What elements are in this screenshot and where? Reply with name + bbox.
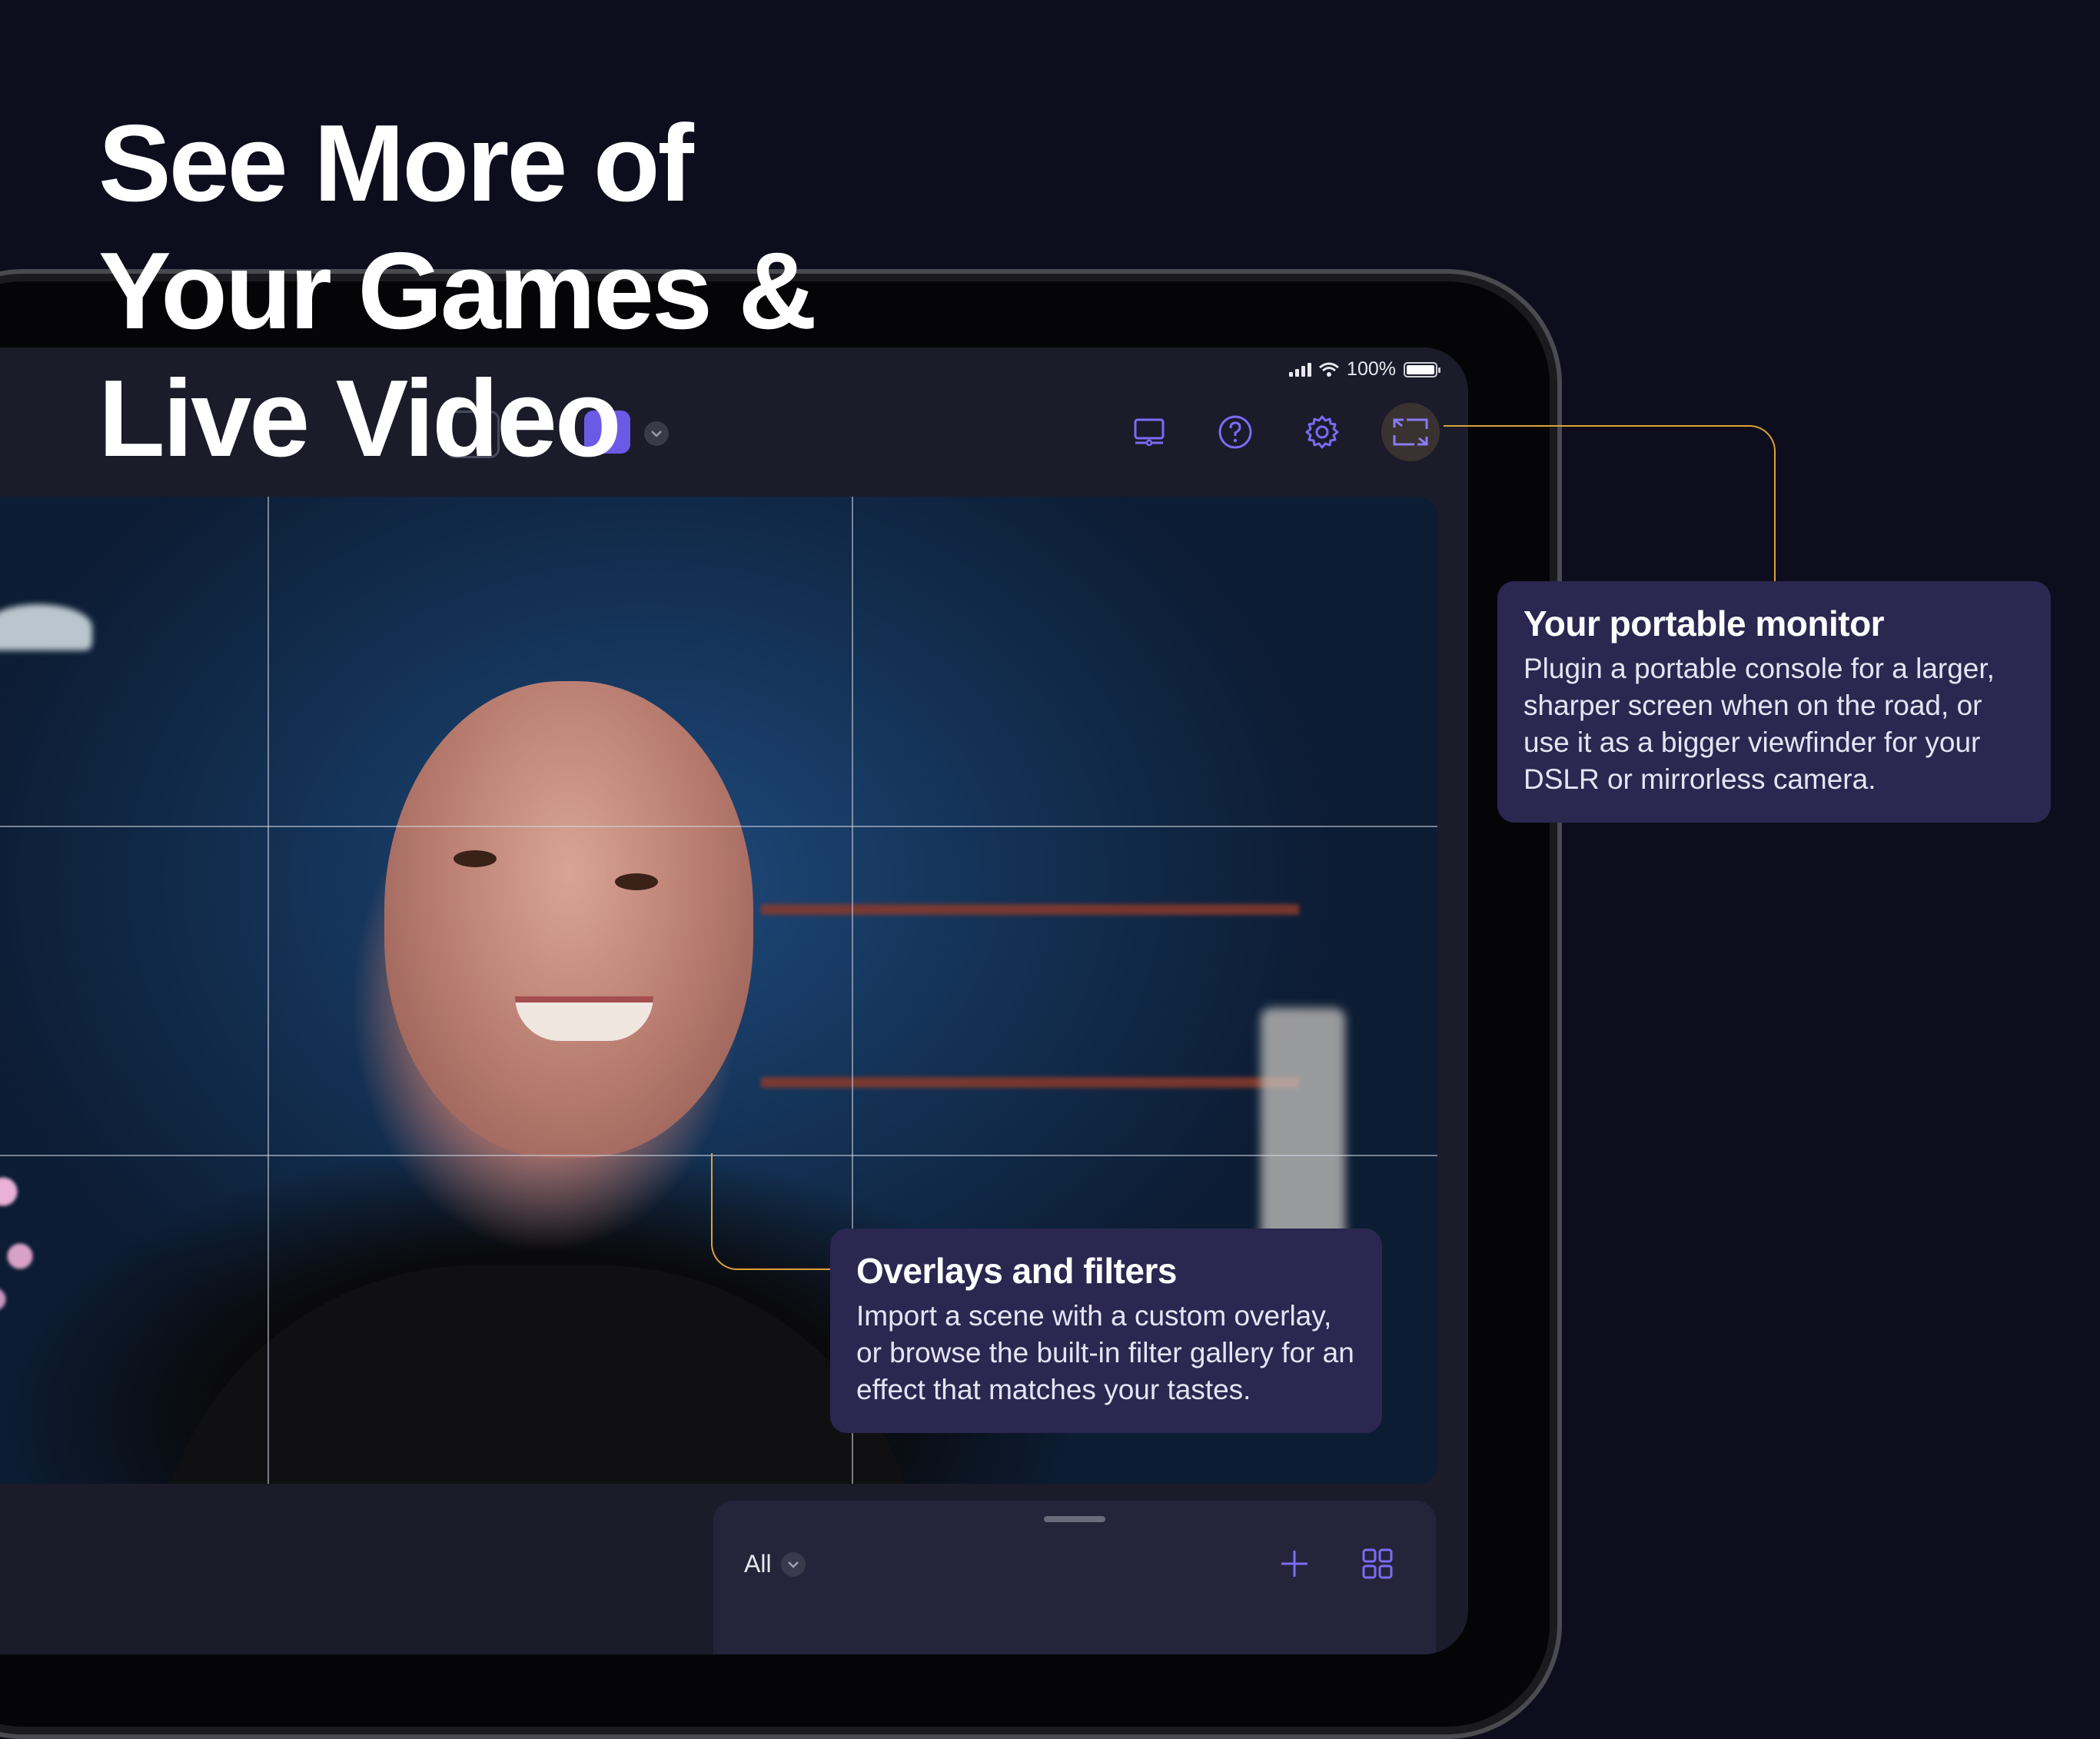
monitor-output-button[interactable] xyxy=(1120,403,1178,461)
drawer-handle[interactable] xyxy=(1044,1516,1105,1522)
add-scene-button[interactable] xyxy=(1273,1542,1316,1585)
callout-title: Your portable monitor xyxy=(1523,603,1885,643)
help-icon xyxy=(1218,415,1252,449)
callout-body: Plugin a portable console for a larger, … xyxy=(1523,653,1995,795)
fullscreen-icon xyxy=(1393,418,1428,446)
headline: See More of Your Games & Live Video xyxy=(98,100,817,483)
monitor-icon xyxy=(1134,418,1165,447)
app-screen: 100% All xyxy=(0,347,1468,1654)
callout-title: Overlays and filters xyxy=(856,1251,1177,1291)
grid-view-button[interactable] xyxy=(1356,1542,1399,1585)
status-bar: 100% xyxy=(1289,358,1440,381)
wifi-icon xyxy=(1319,362,1340,377)
help-button[interactable] xyxy=(1206,403,1264,461)
callout-body: Import a scene with a custom overlay, or… xyxy=(856,1300,1354,1405)
headline-line-2: Your Games & xyxy=(98,230,817,352)
headline-line-1: See More of xyxy=(98,102,694,224)
cellular-signal-icon xyxy=(1289,362,1312,377)
callout-connector-monitor xyxy=(1444,425,1776,583)
callout-portable-monitor: Your portable monitor Plugin a portable … xyxy=(1497,581,2051,823)
settings-gear-icon xyxy=(1305,415,1339,449)
grid-view-icon xyxy=(1362,1548,1393,1579)
plus-icon xyxy=(1281,1551,1308,1577)
settings-button[interactable] xyxy=(1293,403,1351,461)
battery-percentage: 100% xyxy=(1347,358,1396,380)
headline-line-3: Live Video xyxy=(98,357,622,480)
grid-line xyxy=(267,497,269,1484)
callout-overlays-filters: Overlays and filters Import a scene with… xyxy=(830,1229,1382,1433)
filter-dropdown[interactable]: All xyxy=(744,1550,806,1578)
battery-icon xyxy=(1404,361,1440,377)
callout-connector-overlays xyxy=(711,1153,832,1270)
grid-line xyxy=(0,826,1437,827)
chevron-down-icon xyxy=(780,1551,806,1577)
scene-drawer[interactable]: All xyxy=(713,1501,1436,1654)
filter-label: All xyxy=(744,1550,772,1578)
fullscreen-button[interactable] xyxy=(1381,403,1440,461)
